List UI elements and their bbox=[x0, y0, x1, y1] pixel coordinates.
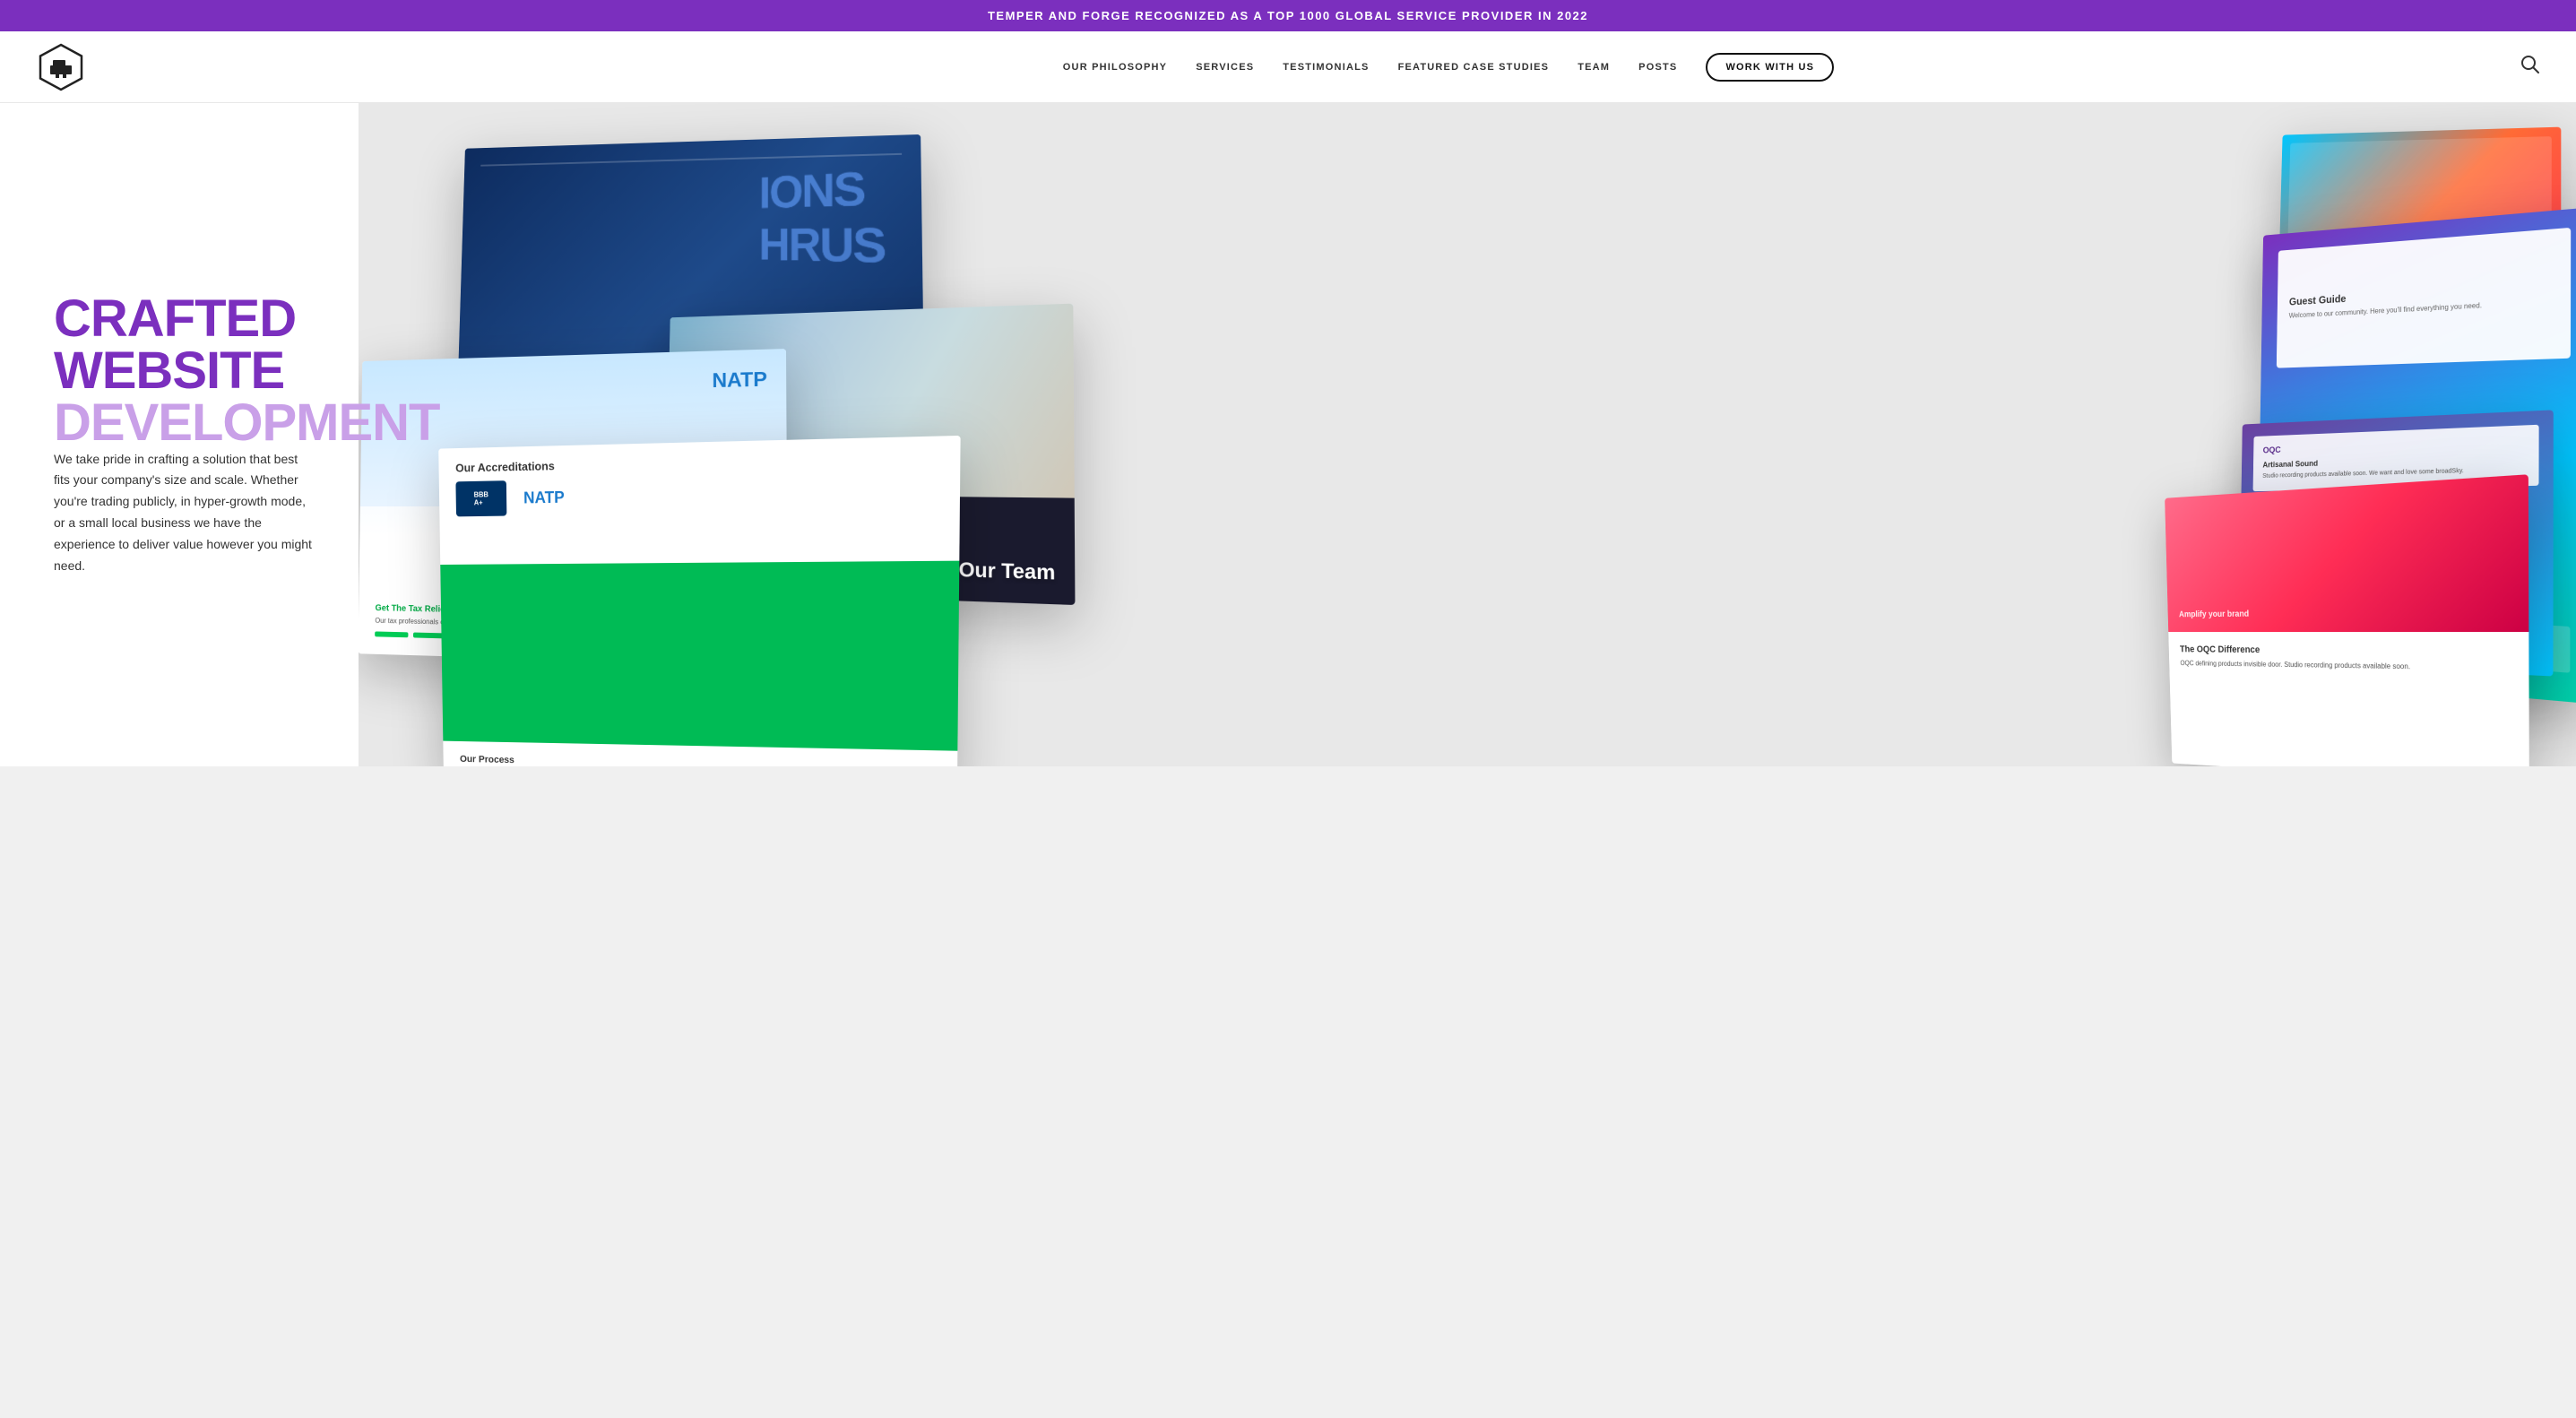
hero-right-panel: IONSHRUS DESIGN BUILD OPERATE EXPERIENCE… bbox=[359, 103, 2576, 766]
nav-testimonials[interactable]: TESTIMONIALS bbox=[1283, 62, 1369, 73]
hero-left-panel: CRAFTED WEBSITE DEVELOPMENT We take prid… bbox=[0, 103, 359, 766]
step-1 bbox=[375, 631, 408, 637]
mockup-card-bottom-right: Amplify your brand The OQC Difference OQ… bbox=[2165, 474, 2529, 766]
nav-philosophy[interactable]: OUR PHILOSOPHY bbox=[1063, 62, 1167, 73]
announcement-text: TEMPER AND FORGE RECOGNIZED AS A TOP 100… bbox=[988, 9, 1588, 22]
accreditations-label: Our Accreditations bbox=[455, 450, 941, 474]
natp-label: NATP bbox=[712, 367, 766, 393]
nav-services[interactable]: SERVICES bbox=[1196, 62, 1254, 73]
guest-guide-white-section: Guest Guide Welcome to our community. He… bbox=[2277, 228, 2571, 368]
mockup-card-accreditation: Our Accreditations BBBA+ NATP Our Proces… bbox=[438, 436, 960, 766]
mockup-scene: IONSHRUS DESIGN BUILD OPERATE EXPERIENCE… bbox=[359, 103, 2576, 766]
nav-case-studies[interactable]: FEATURED CASE STUDIES bbox=[1398, 62, 1550, 73]
card-3d-text: IONSHRUS bbox=[758, 160, 885, 275]
natp-badge: NATP bbox=[523, 488, 565, 507]
hero-description: We take pride in crafting a solution tha… bbox=[54, 449, 314, 577]
hero-heading-line2: DEVELOPMENT bbox=[54, 393, 440, 452]
nav-posts[interactable]: POSTS bbox=[1638, 62, 1677, 73]
process-label: Our Process bbox=[460, 754, 938, 766]
amplify-label: Amplify your brand bbox=[2179, 610, 2249, 619]
nav-cta-button[interactable]: WORK WITH US bbox=[1706, 53, 1834, 82]
bottom-right-bottom: The OQC Difference OQC defining products… bbox=[2168, 632, 2529, 766]
header: OUR PHILOSOPHY SERVICES TESTIMONIALS FEA… bbox=[0, 31, 2576, 103]
search-icon[interactable] bbox=[2520, 55, 2540, 79]
bottom-right-top: Amplify your brand bbox=[2165, 474, 2528, 632]
card-green-section: Our Process bbox=[440, 561, 959, 766]
announcement-bar: TEMPER AND FORGE RECOGNIZED AS A TOP 100… bbox=[0, 0, 2576, 31]
hero-section: CRAFTED WEBSITE DEVELOPMENT We take prid… bbox=[0, 103, 2576, 766]
hero-heading-line1: CRAFTED WEBSITE bbox=[54, 290, 296, 400]
team-label: Our Team bbox=[959, 558, 1056, 584]
nav-team[interactable]: TEAM bbox=[1578, 62, 1610, 73]
main-nav: OUR PHILOSOPHY SERVICES TESTIMONIALS FEA… bbox=[394, 53, 2503, 82]
logo-area bbox=[36, 42, 394, 92]
bbb-badge: BBBA+ bbox=[455, 480, 506, 516]
logo-icon[interactable] bbox=[36, 42, 86, 92]
bottom-oqc-diff-body: OQC defining products invisible door. St… bbox=[2180, 659, 2513, 675]
bottom-oqc-diff-label: The OQC Difference bbox=[2180, 644, 2514, 658]
